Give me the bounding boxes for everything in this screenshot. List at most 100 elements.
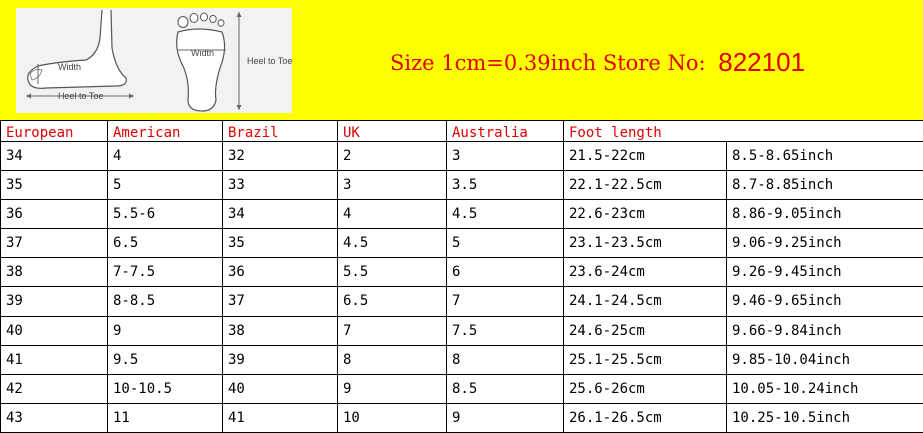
cell-uk: 4.5 xyxy=(337,228,447,259)
cell-brazil: 36 xyxy=(222,257,338,288)
toe-icon xyxy=(200,12,208,22)
table-row: 35 5 33 3 3.5 22.1-22.5cm 8.7-8.85inch xyxy=(0,170,923,201)
side-foot-outline xyxy=(27,9,127,89)
header-american: American xyxy=(107,119,223,143)
cell-foot-length-inch: 9.46-9.65inch xyxy=(726,286,923,317)
header-brazil: Brazil xyxy=(222,119,338,143)
cell-australia: 9 xyxy=(446,402,564,433)
cell-european: 36 xyxy=(0,199,108,230)
cell-uk: 8 xyxy=(337,344,447,375)
cell-brazil: 37 xyxy=(222,286,338,317)
sole-heel-to-toe-label: Heel to Toe xyxy=(247,56,292,66)
cell-australia: 7.5 xyxy=(446,315,564,346)
cell-foot-length-cm: 24.1-24.5cm xyxy=(563,286,727,317)
header-australia: Australia xyxy=(446,119,564,143)
cell-european: 37 xyxy=(0,228,108,259)
size-conversion-note: Size 1cm=0.39inch Store No: 822101 xyxy=(390,46,805,77)
header-european: European xyxy=(0,119,108,143)
banner: Width Heel to Toe Width Heel to Toe Size… xyxy=(0,0,923,120)
side-arrow-left-icon xyxy=(26,93,31,99)
cell-foot-length-inch: 8.86-9.05inch xyxy=(726,199,923,230)
cell-foot-length-cm: 22.1-22.5cm xyxy=(563,170,727,201)
cell-uk: 7 xyxy=(337,315,447,346)
cell-foot-length-inch: 9.06-9.25inch xyxy=(726,228,923,259)
cell-uk: 6.5 xyxy=(337,286,447,317)
table-row: 34 4 32 2 3 21.5-22cm 8.5-8.65inch xyxy=(0,141,923,172)
cell-european: 39 xyxy=(0,286,108,317)
sole-arrow-down-icon xyxy=(236,105,242,110)
cell-foot-length-cm: 25.1-25.5cm xyxy=(563,344,727,375)
side-heel-to-toe-label: Heel to Toe xyxy=(58,91,103,101)
cell-uk: 2 xyxy=(337,141,447,172)
size-chart-table: European American Brazil UK Australia Fo… xyxy=(0,119,923,433)
cell-foot-length-cm: 25.6-26cm xyxy=(563,373,727,404)
table-row: 36 5.5-6 34 4 4.5 22.6-23cm 8.86-9.05inch xyxy=(0,199,923,230)
foot-diagram: Width Heel to Toe Width Heel to Toe xyxy=(26,9,292,112)
cell-foot-length-inch: 9.66-9.84inch xyxy=(726,315,923,346)
cell-american: 9 xyxy=(107,315,223,346)
cell-australia: 8.5 xyxy=(446,373,564,404)
cell-european: 40 xyxy=(0,315,108,346)
cell-brazil: 38 xyxy=(222,315,338,346)
cell-foot-length-inch: 10.05-10.24inch xyxy=(726,373,923,404)
sole-arrow-up-icon xyxy=(236,12,242,17)
foot-measurement-illustration: Width Heel to Toe Width Heel to Toe xyxy=(16,8,292,113)
cell-foot-length-cm: 23.1-23.5cm xyxy=(563,228,727,259)
toe-icon xyxy=(189,13,199,23)
cell-uk: 5.5 xyxy=(337,257,447,288)
cell-foot-length-inch: 10.25-10.5inch xyxy=(726,402,923,433)
cell-american: 10-10.5 xyxy=(107,373,223,404)
cell-european: 35 xyxy=(0,170,108,201)
cell-foot-length-inch: 8.5-8.65inch xyxy=(726,141,923,172)
cell-australia: 3 xyxy=(446,141,564,172)
cell-american: 6.5 xyxy=(107,228,223,259)
cell-foot-length-cm: 21.5-22cm xyxy=(563,141,727,172)
cell-brazil: 39 xyxy=(222,344,338,375)
cell-foot-length-cm: 23.6-24cm xyxy=(563,257,727,288)
cell-foot-length-inch: 9.85-10.04inch xyxy=(726,344,923,375)
cell-australia: 7 xyxy=(446,286,564,317)
cell-uk: 4 xyxy=(337,199,447,230)
cell-australia: 5 xyxy=(446,228,564,259)
cell-australia: 6 xyxy=(446,257,564,288)
cell-brazil: 41 xyxy=(222,402,338,433)
table-row: 38 7-7.5 36 5.5 6 23.6-24cm 9.26-9.45inch xyxy=(0,257,923,288)
cell-american: 9.5 xyxy=(107,344,223,375)
cell-american: 4 xyxy=(107,141,223,172)
side-arrow-right-icon xyxy=(129,93,134,99)
table-row: 43 11 41 10 9 26.1-26.5cm 10.25-10.5inch xyxy=(0,402,923,433)
header-foot-length: Foot length xyxy=(563,119,923,143)
cell-european: 34 xyxy=(0,141,108,172)
table-header-row: European American Brazil UK Australia Fo… xyxy=(0,119,923,143)
table-row: 37 6.5 35 4.5 5 23.1-23.5cm 9.06-9.25inch xyxy=(0,228,923,259)
cell-australia: 3.5 xyxy=(446,170,564,201)
sole-outline xyxy=(176,28,226,112)
sole-width-label: Width xyxy=(191,48,214,58)
cell-brazil: 34 xyxy=(222,199,338,230)
size-text: Size 1cm=0.39inch Store No: xyxy=(390,51,706,75)
toe-icon xyxy=(209,14,217,24)
size-chart-body: European American Brazil UK Australia Fo… xyxy=(0,119,923,433)
cell-foot-length-cm: 26.1-26.5cm xyxy=(563,402,727,433)
cell-foot-length-inch: 9.26-9.45inch xyxy=(726,257,923,288)
cell-brazil: 35 xyxy=(222,228,338,259)
table-row: 40 9 38 7 7.5 24.6-25cm 9.66-9.84inch xyxy=(0,315,923,346)
header-uk: UK xyxy=(337,119,447,143)
cell-brazil: 40 xyxy=(222,373,338,404)
cell-australia: 4.5 xyxy=(446,199,564,230)
cell-foot-length-cm: 24.6-25cm xyxy=(563,315,727,346)
cell-american: 8-8.5 xyxy=(107,286,223,317)
cell-foot-length-inch: 8.7-8.85inch xyxy=(726,170,923,201)
cell-australia: 8 xyxy=(446,344,564,375)
cell-uk: 10 xyxy=(337,402,447,433)
cell-brazil: 32 xyxy=(222,141,338,172)
cell-uk: 9 xyxy=(337,373,447,404)
cell-american: 5.5-6 xyxy=(107,199,223,230)
table-row: 41 9.5 39 8 8 25.1-25.5cm 9.85-10.04inch xyxy=(0,344,923,375)
cell-european: 42 xyxy=(0,373,108,404)
side-width-label: Width xyxy=(58,62,81,72)
table-row: 42 10-10.5 40 9 8.5 25.6-26cm 10.05-10.24inch xyxy=(0,373,923,404)
store-number: 822101 xyxy=(718,47,806,77)
cell-american: 11 xyxy=(107,402,223,433)
cell-european: 43 xyxy=(0,402,108,433)
